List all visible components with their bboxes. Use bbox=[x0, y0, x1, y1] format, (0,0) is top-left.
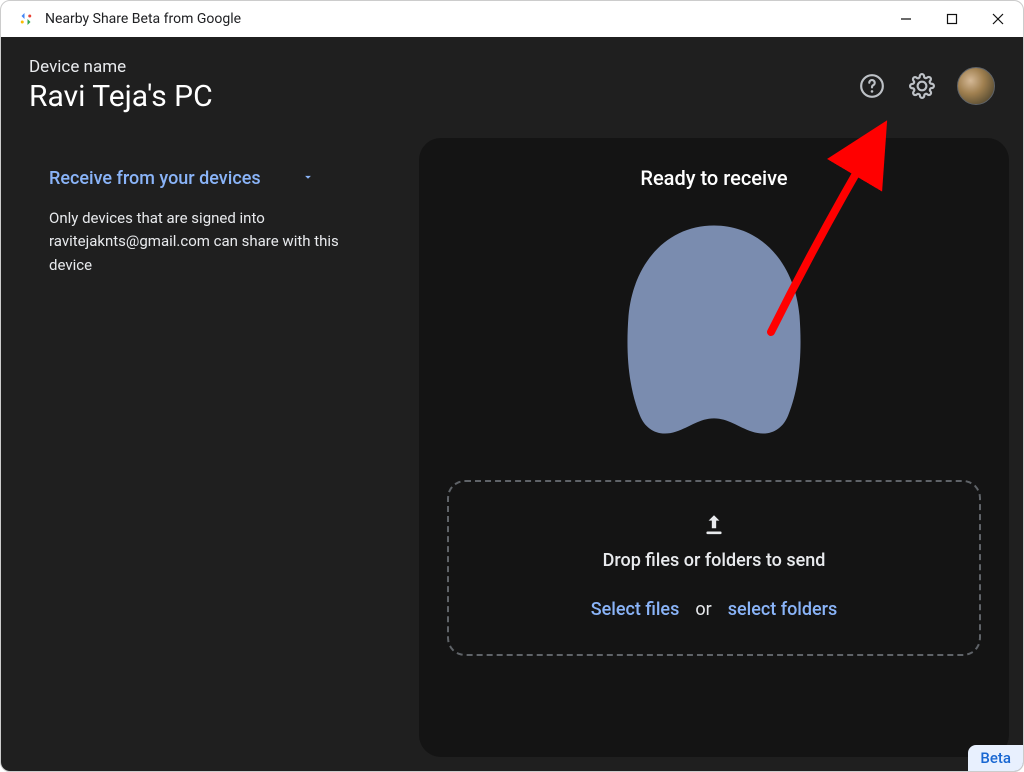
window-title: Nearby Share Beta from Google bbox=[45, 11, 241, 27]
settings-button[interactable] bbox=[907, 71, 937, 101]
app-body: Device name Ravi Teja's PC bbox=[1, 37, 1023, 771]
blob-icon bbox=[619, 220, 809, 440]
main-panel: Ready to receive Drop files or folders t… bbox=[419, 138, 1009, 757]
upload-icon bbox=[701, 512, 727, 542]
ready-status: Ready to receive bbox=[640, 166, 787, 190]
maximize-button[interactable] bbox=[929, 4, 975, 34]
select-files-link[interactable]: Select files bbox=[591, 599, 680, 620]
device-name: Ravi Teja's PC bbox=[29, 79, 213, 114]
app-window: Nearby Share Beta from Google Device nam… bbox=[0, 0, 1024, 772]
content: Receive from your devices Only devices t… bbox=[1, 124, 1023, 771]
device-block: Device name Ravi Teja's PC bbox=[29, 57, 213, 114]
help-button[interactable] bbox=[857, 71, 887, 101]
help-icon bbox=[859, 73, 885, 99]
titlebar: Nearby Share Beta from Google bbox=[1, 1, 1023, 37]
beta-badge: Beta bbox=[968, 745, 1023, 771]
chevron-down-icon bbox=[301, 168, 315, 189]
receive-mode-label: Receive from your devices bbox=[49, 168, 261, 189]
gear-icon bbox=[909, 73, 935, 99]
or-label: or bbox=[695, 599, 711, 620]
drop-zone[interactable]: Drop files or folders to send Select fil… bbox=[447, 480, 981, 656]
select-row: Select files or select folders bbox=[591, 599, 838, 620]
receive-mode-description: Only devices that are signed into ravite… bbox=[49, 207, 369, 277]
close-button[interactable] bbox=[975, 4, 1021, 34]
header-actions bbox=[857, 67, 995, 105]
left-panel: Receive from your devices Only devices t… bbox=[49, 138, 379, 757]
receive-mode-dropdown[interactable]: Receive from your devices bbox=[49, 168, 379, 189]
window-controls bbox=[883, 1, 1021, 37]
app-icon bbox=[17, 10, 35, 28]
device-name-label: Device name bbox=[29, 57, 213, 77]
drop-label: Drop files or folders to send bbox=[603, 550, 826, 571]
minimize-button[interactable] bbox=[883, 4, 929, 34]
header: Device name Ravi Teja's PC bbox=[1, 37, 1023, 124]
device-graphic bbox=[619, 220, 809, 440]
avatar[interactable] bbox=[957, 67, 995, 105]
select-folders-link[interactable]: select folders bbox=[728, 599, 838, 620]
